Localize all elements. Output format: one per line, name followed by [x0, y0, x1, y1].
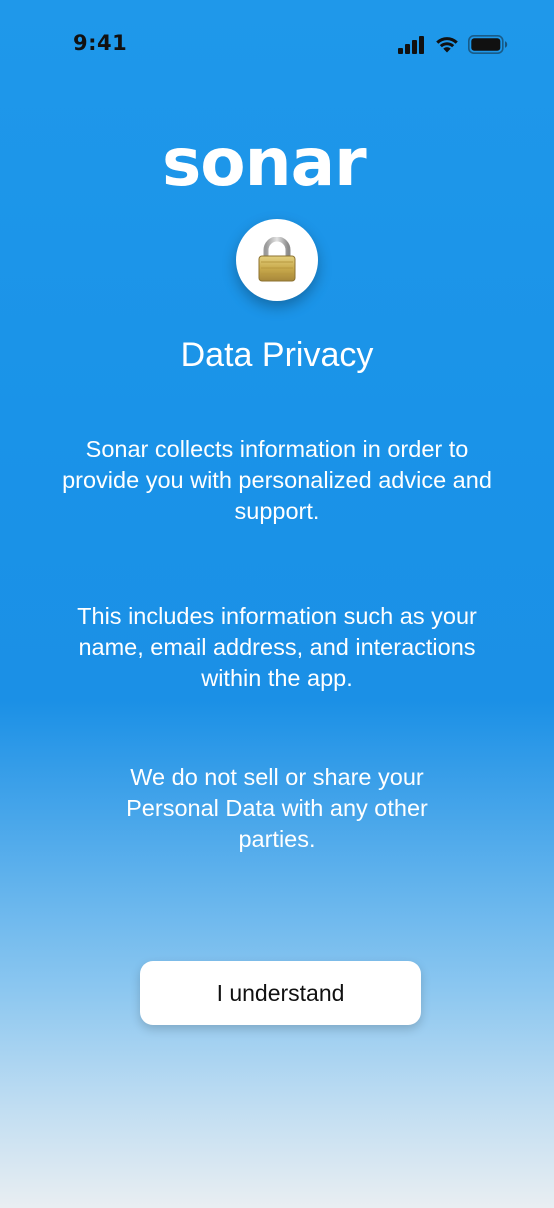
- sonar-logo-mark: sonar: [162, 124, 368, 192]
- cellular-signal-icon: [398, 35, 426, 59]
- page-title: Data Privacy: [180, 336, 374, 374]
- i-understand-button[interactable]: I understand: [140, 961, 421, 1025]
- lock-icon: [258, 237, 296, 282]
- privacy-screen: 9:41 sonar Data Privacy Sonar collects i…: [0, 0, 554, 1208]
- status-bar: 9:41: [0, 0, 554, 90]
- privacy-paragraph-1: Sonar collects information in order to p…: [62, 436, 492, 524]
- lock-badge: [236, 219, 318, 301]
- status-icons: [398, 35, 508, 59]
- status-time: 9:41: [73, 31, 128, 55]
- privacy-paragraph-3: We do not sell or share your Personal Da…: [126, 764, 428, 852]
- privacy-paragraph-2: This includes information such as your n…: [77, 603, 477, 691]
- logo-text: sonar: [162, 124, 367, 192]
- sonar-logo: sonar: [0, 122, 554, 192]
- wifi-icon: [434, 35, 460, 59]
- battery-icon: [468, 35, 508, 59]
